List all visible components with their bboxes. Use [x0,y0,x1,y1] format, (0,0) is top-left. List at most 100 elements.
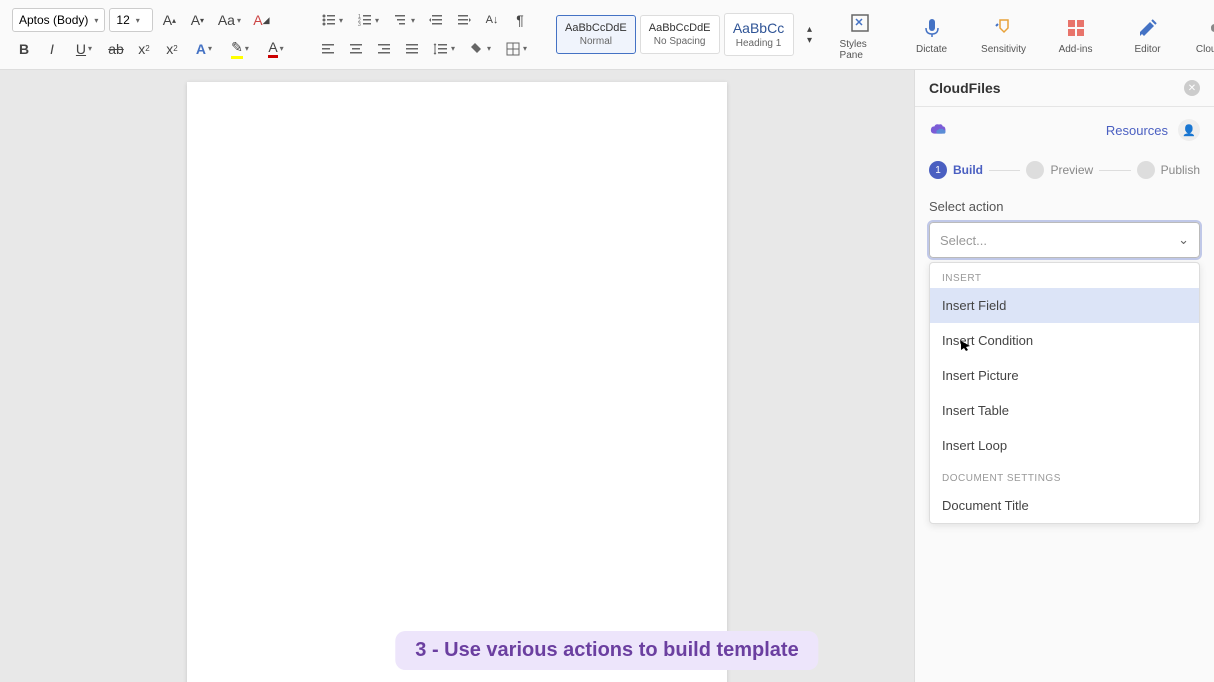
ribbon-toolbar: Aptos (Body) ▾ 12 ▾ A▴ A▾ Aa▾ A◢ B I U▾ … [0,0,1214,70]
big-btn-label: Add-ins [1059,44,1093,55]
style-heading-1[interactable]: AaBbCc Heading 1 [724,13,794,56]
paragraph-group: ▾ 123▾ ▾ A↓ ¶ ▾ ▾ ▾ [312,4,536,65]
increase-font-button[interactable]: A▴ [157,8,181,32]
font-group: Aptos (Body) ▾ 12 ▾ A▴ A▾ Aa▾ A◢ B I U▾ … [8,4,296,65]
dropdown-group-label: DOCUMENT SETTINGS [930,463,1199,488]
italic-button[interactable]: I [40,37,64,61]
align-center-button[interactable] [344,37,368,61]
line-spacing-button[interactable]: ▾ [428,37,460,61]
font-family-select[interactable]: Aptos (Body) ▾ [12,8,105,32]
font-size-value: 12 [116,13,129,27]
addins-button[interactable]: Add-ins [1048,4,1104,65]
action-dropdown: INSERT Insert Field Insert Condition Ins… [929,262,1200,524]
step-preview[interactable]: Preview [1026,161,1093,179]
dropdown-group-label: INSERT [930,263,1199,288]
shading-button[interactable]: ▾ [464,37,496,61]
bold-button[interactable]: B [12,37,36,61]
document-page[interactable] [187,82,727,682]
show-marks-button[interactable]: ¶ [508,8,532,32]
style-normal[interactable]: AaBbCcDdE Normal [556,15,636,54]
svg-text:3: 3 [358,22,361,28]
align-right-button[interactable] [372,37,396,61]
font-size-select[interactable]: 12 ▾ [109,8,153,32]
panel-header: CloudFiles ✕ [915,70,1214,107]
style-preview: AaBbCcDdE [649,22,711,34]
user-icon[interactable]: 👤 [1178,119,1200,141]
change-case-button[interactable]: Aa▾ [213,8,245,32]
microphone-icon [918,14,946,42]
cloud-icon [1206,14,1214,42]
chevron-down-icon: ▾ [94,16,98,25]
big-btn-label: Editor [1134,44,1160,55]
big-btn-label: Styles Pane [840,39,880,61]
align-left-button[interactable] [316,37,340,61]
cloudfiles-logo-icon [929,122,951,138]
superscript-button[interactable]: x2 [160,37,184,61]
editor-button[interactable]: Editor [1120,4,1176,65]
subscript-button[interactable]: x2 [132,37,156,61]
font-color-button[interactable]: A▾ [260,37,292,61]
step-build[interactable]: 1 Build [929,161,983,179]
bullets-button[interactable]: ▾ [316,8,348,32]
underline-button[interactable]: U▾ [68,37,100,61]
chevron-down-icon: ▾ [136,16,140,25]
dropdown-item-insert-condition[interactable]: Insert Condition [930,323,1199,358]
clear-formatting-button[interactable]: A◢ [249,8,273,32]
strikethrough-button[interactable]: ab [104,37,128,61]
style-preview: AaBbCcDdE [565,22,627,34]
dropdown-item-insert-picture[interactable]: Insert Picture [930,358,1199,393]
step-number [1137,161,1155,179]
document-canvas [0,70,914,682]
sensitivity-button[interactable]: Sensitivity [976,4,1032,65]
cloudfiles-button[interactable]: CloudFiles [1192,4,1214,65]
step-label: Preview [1050,163,1093,177]
dropdown-item-document-title[interactable]: Document Title [930,488,1199,523]
big-btn-label: Sensitivity [981,44,1026,55]
cloudfiles-panel: CloudFiles ✕ Resources 👤 1 Build Preview… [914,70,1214,682]
styles-more-button[interactable]: ▴▾ [798,15,822,55]
close-icon[interactable]: ✕ [1184,80,1200,96]
step-number: 1 [929,161,947,179]
dictate-button[interactable]: Dictate [904,4,960,65]
borders-button[interactable]: ▾ [500,37,532,61]
panel-body: Resources 👤 1 Build Preview Publish Sele… [915,107,1214,536]
decrease-font-button[interactable]: A▾ [185,8,209,32]
style-no-spacing[interactable]: AaBbCcDdE No Spacing [640,15,720,54]
select-placeholder: Select... [940,233,987,248]
increase-indent-button[interactable] [452,8,476,32]
step-publish[interactable]: Publish [1137,161,1200,179]
font-family-value: Aptos (Body) [19,13,88,27]
style-label: No Spacing [649,36,711,47]
style-label: Normal [565,36,627,47]
multilevel-list-button[interactable]: ▾ [388,8,420,32]
addins-icon [1062,14,1090,42]
styles-pane-icon [846,9,874,37]
step-connector [989,170,1020,171]
big-btn-label: Dictate [916,44,947,55]
editor-icon [1134,14,1162,42]
dropdown-item-insert-loop[interactable]: Insert Loop [930,428,1199,463]
tutorial-caption: 3 - Use various actions to build templat… [395,631,818,670]
styles-gallery: AaBbCcDdE Normal AaBbCcDdE No Spacing Aa… [552,4,826,65]
panel-topbar: Resources 👤 [929,119,1200,141]
step-number [1026,161,1044,179]
sensitivity-icon [990,14,1018,42]
style-label: Heading 1 [733,38,785,49]
numbering-button[interactable]: 123▾ [352,8,384,32]
justify-button[interactable] [400,37,424,61]
dropdown-item-insert-field[interactable]: Insert Field [930,288,1199,323]
big-btn-label: CloudFiles [1196,44,1214,55]
step-label: Publish [1161,163,1200,177]
panel-title: CloudFiles [929,80,1184,96]
text-effects-button[interactable]: A▾ [188,37,220,61]
highlight-button[interactable]: ✎▾ [224,37,256,61]
sort-button[interactable]: A↓ [480,8,504,32]
dropdown-item-insert-table[interactable]: Insert Table [930,393,1199,428]
step-label: Build [953,163,983,177]
wizard-steps: 1 Build Preview Publish [929,161,1200,179]
styles-pane-button[interactable]: Styles Pane [832,4,888,65]
action-select[interactable]: Select... ⌄ [929,222,1200,258]
section-label: Select action [929,199,1200,214]
decrease-indent-button[interactable] [424,8,448,32]
resources-link[interactable]: Resources [1106,123,1168,138]
